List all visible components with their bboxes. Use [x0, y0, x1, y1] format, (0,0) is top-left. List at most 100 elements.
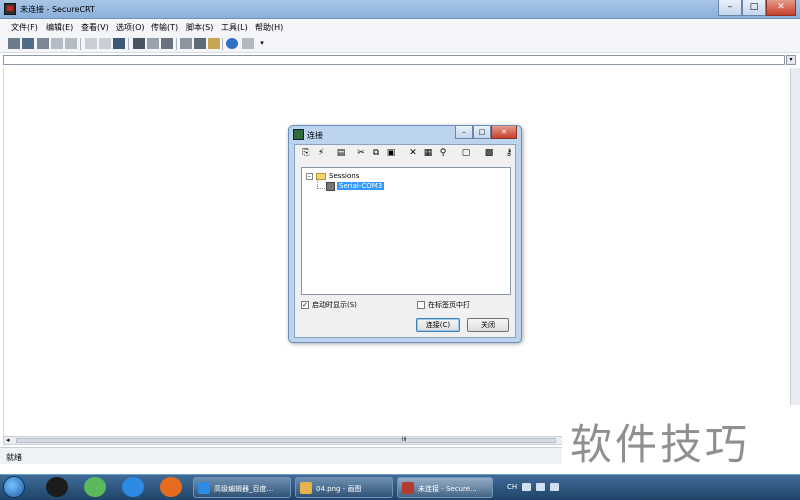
start-button[interactable]	[3, 476, 25, 498]
scroll-grip-icon: III	[402, 437, 407, 443]
session-tree[interactable]: – Sessions Serial-COM3	[301, 167, 511, 295]
window-title: 未连接 - SecureCRT	[20, 5, 95, 14]
new-folder-icon[interactable]: ▤	[335, 148, 347, 159]
connect-button[interactable]: 连接(C)	[416, 318, 460, 332]
new-session-icon[interactable]: ⎘	[300, 148, 312, 159]
title-bar: 未连接 - SecureCRT – □ ✕	[0, 0, 800, 19]
task-securecrt[interactable]: 未连接 - Secure...	[397, 477, 493, 498]
menu-help[interactable]: 帮助(H)	[255, 22, 283, 33]
browser-icon	[198, 482, 210, 494]
qq-icon[interactable]	[46, 477, 68, 497]
printer-icon[interactable]	[161, 38, 173, 49]
dialog-maximize-button[interactable]: □	[473, 126, 491, 139]
connect-icon[interactable]	[8, 38, 20, 49]
task-label: 04.png - 画图	[316, 485, 362, 493]
properties-icon[interactable]: ▦	[422, 148, 434, 159]
close-button[interactable]: ✕	[766, 0, 796, 16]
toolbar-separator	[222, 38, 223, 50]
session-options-icon[interactable]	[180, 38, 192, 49]
scroll-thumb[interactable]: III	[16, 437, 556, 443]
horizontal-scrollbar[interactable]: ◂ III	[3, 436, 563, 445]
toolbar-overflow-icon[interactable]: ▾	[256, 38, 268, 49]
menu-script[interactable]: 脚本(S)	[186, 22, 213, 33]
minimize-button[interactable]: –	[718, 0, 742, 16]
scroll-left-icon[interactable]: ◂	[6, 436, 10, 444]
menu-view[interactable]: 查看(V)	[81, 22, 109, 33]
disconnect-icon[interactable]	[65, 38, 77, 49]
dialog-minimize-button[interactable]: –	[455, 126, 473, 139]
dialog-close-button[interactable]: ✕	[491, 126, 517, 139]
securecrt-app-icon[interactable]	[4, 3, 16, 15]
toolbar-separator	[176, 38, 177, 50]
folder-icon	[316, 173, 326, 180]
firefox-icon[interactable]	[160, 477, 182, 497]
copy-icon[interactable]	[85, 38, 97, 49]
help-icon[interactable]	[226, 38, 238, 49]
reconnect-icon[interactable]	[51, 38, 63, 49]
volume-icon[interactable]	[550, 483, 559, 491]
wechat-icon[interactable]	[84, 477, 106, 497]
paste-icon[interactable]	[99, 38, 111, 49]
delete-icon[interactable]: ✕	[407, 148, 419, 159]
task-label: 高级编辑器_百度...	[214, 485, 274, 493]
collapse-icon[interactable]: –	[306, 173, 313, 180]
close-dialog-button[interactable]: 关闭	[467, 318, 509, 332]
watermark: 软件技巧	[562, 405, 800, 471]
find-icon[interactable]: ⚲	[437, 148, 449, 159]
ie-icon[interactable]	[122, 477, 144, 497]
global-options-icon[interactable]	[194, 38, 206, 49]
show-on-startup-checkbox[interactable]: ✓ 启动时显示(S)	[301, 300, 357, 310]
dialog-body: ⎘ ⚡ ▤ ✂ ⧉ ▣ ✕ ▦ ⚲ ▢ ▩ ⚷ – Sessions Seria…	[294, 144, 516, 338]
securecrt-icon	[402, 482, 414, 494]
dialog-title: 连接	[307, 131, 323, 140]
copy-icon[interactable]: ⧉	[370, 148, 382, 159]
menu-tools[interactable]: 工具(L)	[221, 22, 248, 33]
menu-file[interactable]: 文件(F)	[11, 22, 38, 33]
address-input[interactable]	[3, 55, 785, 65]
connect-tab-icon[interactable]	[37, 38, 49, 49]
toolbar-separator	[128, 38, 129, 50]
connect-dialog: 连接 – □ ✕ ⎘ ⚡ ▤ ✂ ⧉ ▣ ✕ ▦ ⚲ ▢ ▩ ⚷ – Sessi…	[288, 125, 522, 343]
vertical-scrollbar[interactable]	[790, 68, 800, 436]
find-icon[interactable]	[113, 38, 125, 49]
network-icon[interactable]	[536, 483, 545, 491]
menu-edit[interactable]: 编辑(E)	[46, 22, 73, 33]
menu-options[interactable]: 选项(O)	[116, 22, 145, 33]
serial-session-icon	[326, 182, 335, 191]
menu-transfer[interactable]: 传输(T)	[151, 22, 178, 33]
tree-connector	[317, 180, 325, 189]
tree-item-label: Serial-COM3	[337, 182, 385, 190]
checkbox-box[interactable]	[417, 301, 425, 309]
quick-connect-icon[interactable]: ⚡	[315, 148, 327, 159]
paint-icon	[300, 482, 312, 494]
print-setup-icon[interactable]	[147, 38, 159, 49]
folder-open-icon[interactable]: ▢	[460, 148, 472, 159]
maximize-button[interactable]: □	[742, 0, 766, 16]
toolbar-separator	[80, 38, 81, 50]
print-icon[interactable]	[133, 38, 145, 49]
paste-icon[interactable]: ▣	[385, 148, 397, 159]
tree-root-label: Sessions	[329, 172, 360, 180]
key-icon[interactable]: ⚷	[503, 148, 515, 159]
about-icon[interactable]	[242, 38, 254, 49]
taskbar: 高级编辑器_百度... 04.png - 画图 未连接 - Secure... …	[0, 474, 800, 500]
monitor-icon[interactable]: ▩	[483, 148, 495, 159]
status-text: 就绪	[6, 453, 22, 462]
cut-icon[interactable]: ✂	[355, 148, 367, 159]
keyboard-icon[interactable]	[522, 483, 531, 491]
checkbox-label: 在标签页中打	[428, 301, 470, 309]
task-label: 未连接 - Secure...	[418, 485, 477, 493]
task-paint[interactable]: 04.png - 画图	[295, 477, 393, 498]
checkbox-label: 启动时显示(S)	[312, 301, 357, 309]
dialog-toolbar: ⎘ ⚡ ▤ ✂ ⧉ ▣ ✕ ▦ ⚲ ▢ ▩ ⚷	[295, 145, 515, 161]
open-in-tab-checkbox[interactable]: 在标签页中打	[417, 300, 470, 310]
checkbox-box[interactable]: ✓	[301, 301, 309, 309]
main-toolbar: ▾	[0, 36, 800, 53]
menu-bar: 文件(F) 编辑(E) 查看(V) 选项(O) 传输(T) 脚本(S) 工具(L…	[0, 19, 800, 36]
dialog-app-icon	[293, 129, 304, 140]
quick-connect-icon[interactable]	[22, 38, 34, 49]
keymap-icon[interactable]	[208, 38, 220, 49]
language-indicator[interactable]: CH	[507, 483, 517, 491]
task-browser[interactable]: 高级编辑器_百度...	[193, 477, 291, 498]
address-dropdown-button[interactable]: ▾	[786, 55, 796, 65]
